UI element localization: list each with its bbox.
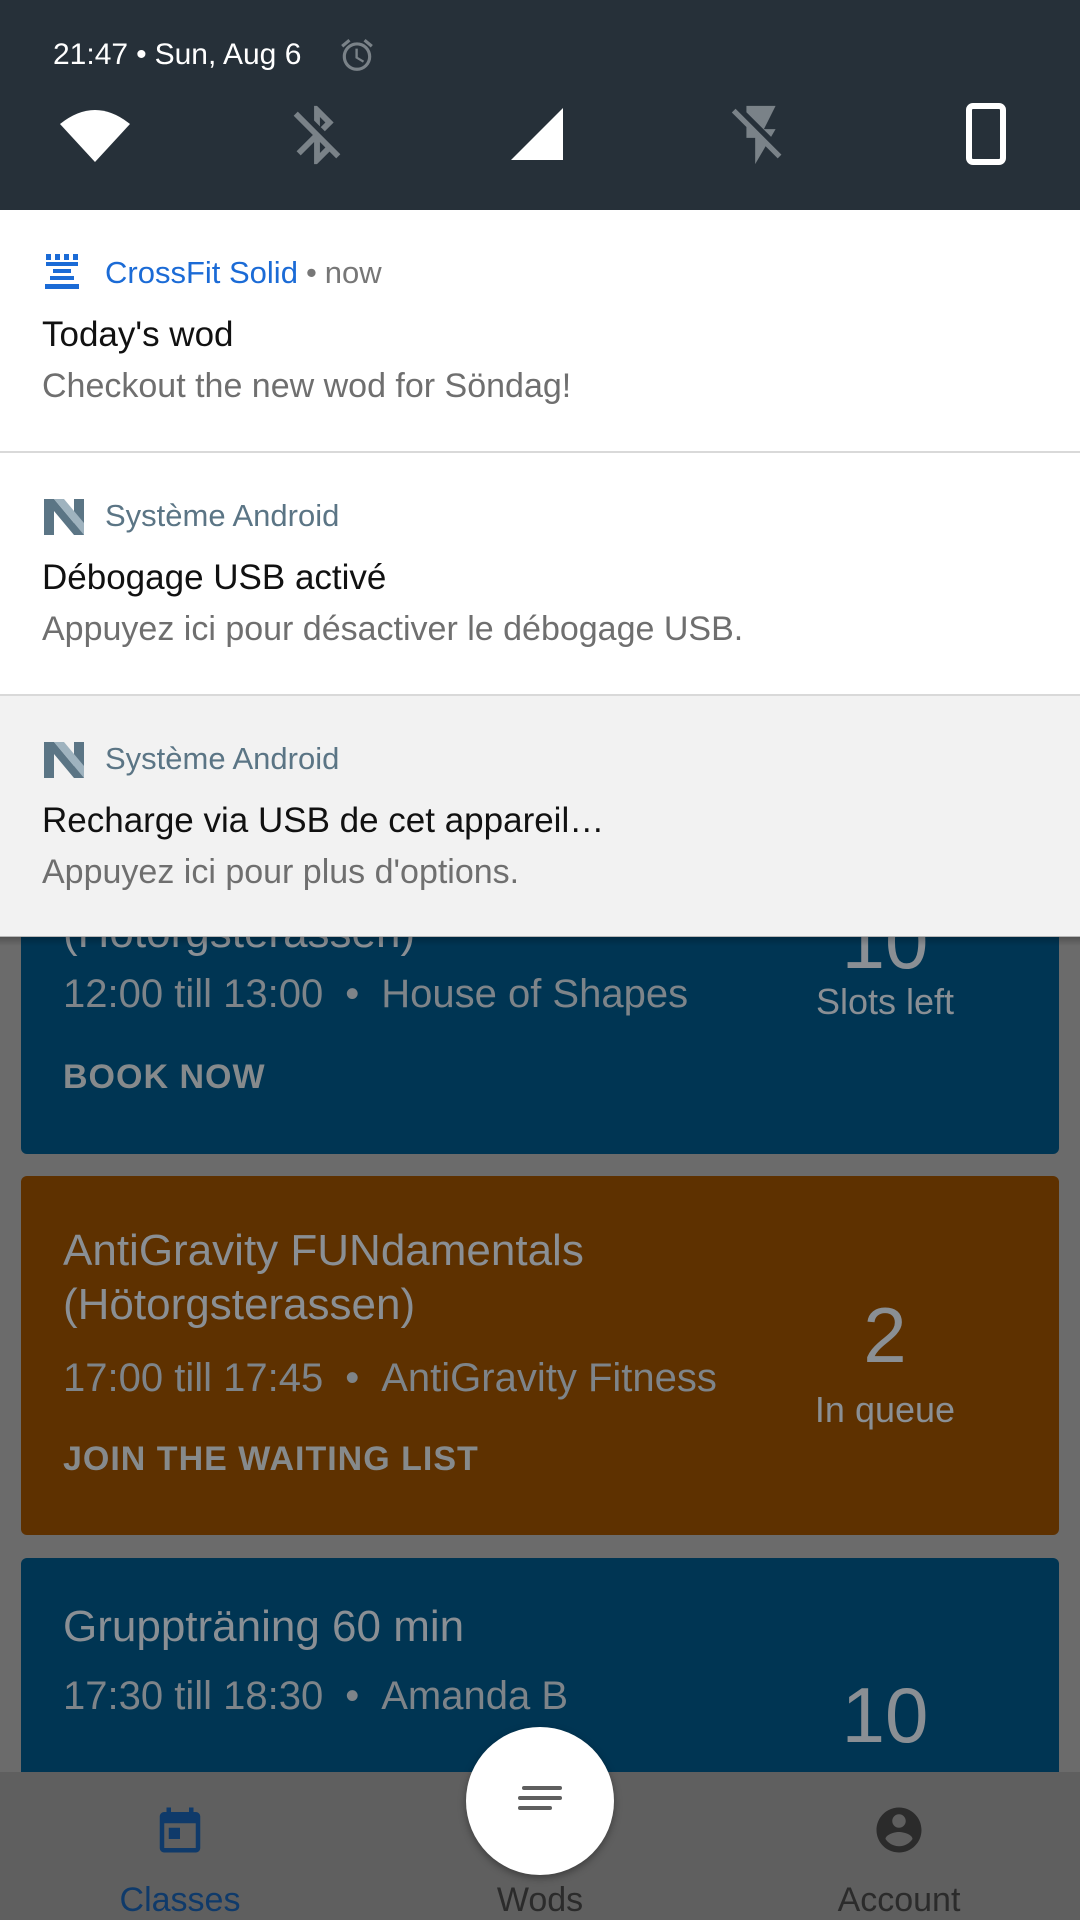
quick-setting-cellular[interactable]: [495, 100, 585, 170]
queue-count: 2: [863, 1291, 907, 1379]
android-system-icon: [44, 499, 84, 535]
cellular-signal-icon: [511, 108, 563, 160]
meta-separator: •: [345, 972, 360, 1016]
crossfit-solid-icon: [45, 254, 79, 289]
flashlight-off-icon: [731, 105, 782, 165]
notification-title: Débogage USB activé: [42, 558, 387, 597]
notification-text: Appuyez ici pour plus d'options.: [42, 853, 520, 891]
notification-app-name: Système Android: [105, 741, 340, 776]
notification-header: CrossFit Solid • now: [105, 254, 382, 292]
notification-text: Appuyez ici pour désactiver le débogage …: [42, 610, 744, 648]
notification-crossfit-wod[interactable]: CrossFit Solid • now Today's wod Checkout …: [0, 210, 1080, 453]
join-waiting-list-button[interactable]: JOIN THE WAITING LIST: [63, 1440, 479, 1479]
notification-header: Système Android: [105, 740, 339, 778]
quick-setting-flashlight[interactable]: [716, 100, 806, 170]
class-meta: 17:00 till 17:45 • AntiGravity Fitness: [63, 1354, 717, 1402]
slots-count: 10: [841, 1671, 929, 1759]
portrait-rotation-icon: [966, 103, 1006, 165]
queue-label: In queue: [814, 1389, 956, 1430]
notification-title: Recharge via USB de cet appareil…: [42, 801, 605, 840]
wifi-icon: [60, 110, 130, 162]
notification-app-name: CrossFit Solid: [105, 255, 298, 290]
slots-label: Slots left: [815, 981, 955, 1022]
android-system-icon: [44, 742, 84, 778]
notification-usb-charging[interactable]: Système Android Recharge via USB de cet …: [0, 696, 1080, 937]
shade-shadow: [0, 936, 1080, 946]
status-datetime: 21:47 • Sun, Aug 6: [53, 36, 301, 74]
class-meta: 12:00 till 13:00 • House of Shapes: [63, 970, 688, 1018]
header-separator: •: [305, 255, 317, 290]
status-separator: •: [136, 38, 147, 71]
class-location: House of Shapes: [381, 972, 689, 1016]
notification-title: Today's wod: [42, 315, 234, 354]
class-card[interactable]: AntiGravity FUNdamentals (Hötorgsterasse…: [21, 1176, 1059, 1535]
book-now-button[interactable]: BOOK NOW: [63, 1058, 266, 1097]
bluetooth-off-icon: [293, 105, 341, 165]
class-title: Gruppträning 60 min: [63, 1602, 465, 1651]
class-location: Amanda B: [381, 1674, 568, 1718]
nav-label-classes: Classes: [119, 1881, 241, 1919]
status-time: 21:47: [53, 38, 129, 71]
notification-time: now: [324, 255, 382, 290]
quick-setting-bluetooth[interactable]: [272, 100, 362, 170]
class-time: 12:00 till 13:00: [63, 972, 324, 1016]
account-circle-icon: [876, 1807, 922, 1853]
nav-item-classes[interactable]: Classes: [30, 1772, 330, 1920]
calendar-icon: [159, 1807, 201, 1853]
quick-setting-rotation[interactable]: [940, 100, 1030, 170]
status-date: Sun, Aug 6: [154, 38, 302, 71]
notification-app-name: Système Android: [105, 498, 340, 533]
wods-fab-button[interactable]: [466, 1727, 614, 1875]
class-title: AntiGravity FUNdamentals (Hötorgsterasse…: [63, 1226, 584, 1329]
class-time: 17:30 till 18:30: [63, 1674, 324, 1718]
nav-label-wods: Wods: [496, 1881, 584, 1919]
nav-item-account[interactable]: Account: [749, 1772, 1049, 1920]
meta-separator: •: [345, 1356, 360, 1400]
meta-separator: •: [345, 1674, 360, 1718]
notification-header: Système Android: [105, 497, 339, 535]
notes-icon: [518, 1786, 562, 1810]
notification-text: Checkout the new wod for Söndag!: [42, 367, 572, 405]
nav-label-account: Account: [837, 1881, 961, 1919]
class-time: 17:00 till 17:45: [63, 1356, 324, 1400]
notification-usb-debugging[interactable]: Système Android Débogage USB activé Appu…: [0, 453, 1080, 696]
alarm-icon: [341, 38, 373, 71]
class-location: AntiGravity Fitness: [381, 1356, 717, 1400]
quick-setting-wifi[interactable]: [50, 100, 140, 170]
class-meta: 17:30 till 18:30 • Amanda B: [63, 1672, 568, 1720]
status-bar: 21:47 • Sun, Aug 6: [0, 0, 1080, 210]
